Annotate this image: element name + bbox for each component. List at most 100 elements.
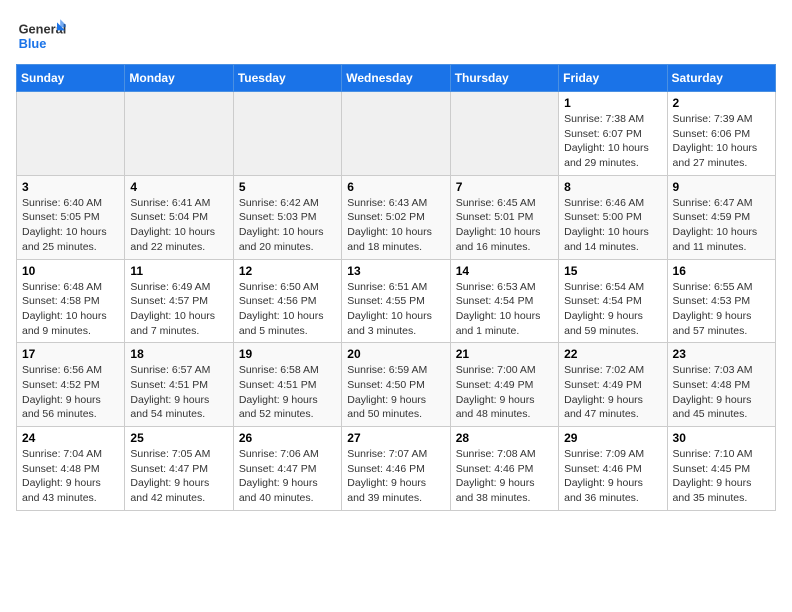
- calendar-cell: 14Sunrise: 6:53 AMSunset: 4:54 PMDayligh…: [450, 259, 558, 343]
- weekday-header-tuesday: Tuesday: [233, 65, 341, 92]
- day-number: 30: [673, 431, 770, 445]
- week-row-2: 3Sunrise: 6:40 AMSunset: 5:05 PMDaylight…: [17, 175, 776, 259]
- day-info: Sunrise: 7:10 AMSunset: 4:45 PMDaylight:…: [673, 447, 770, 506]
- calendar-cell: 17 Sunrise: 6:56 AMSunset: 4:52 PMDayligh…: [17, 343, 125, 427]
- day-number: 21: [456, 347, 553, 361]
- calendar-cell: 13 Sunrise: 6:51 AMSunset: 4:55 PMDayligh…: [342, 259, 450, 343]
- calendar-cell: 29Sunrise: 7:09 AMSunset: 4:46 PMDayligh…: [559, 427, 667, 511]
- day-info: Sunrise: 7:03 AMSunset: 4:48 PMDaylight:…: [673, 363, 770, 422]
- calendar-cell: [342, 92, 450, 176]
- day-number: 23: [673, 347, 770, 361]
- weekday-header-wednesday: Wednesday: [342, 65, 450, 92]
- logo: General Blue: [16, 16, 66, 56]
- calendar-cell: [17, 92, 125, 176]
- calendar-cell: 23 Sunrise: 7:03 AMSunset: 4:48 PMDayligh…: [667, 343, 775, 427]
- week-row-1: 1 Sunrise: 7:38 AMSunset: 6:07 PMDaylight…: [17, 92, 776, 176]
- calendar-cell: 26 Sunrise: 7:06 AMSunset: 4:47 PMDayligh…: [233, 427, 341, 511]
- calendar-cell: 8 Sunrise: 6:46 AMSunset: 5:00 PMDaylight…: [559, 175, 667, 259]
- day-number: 6: [347, 180, 444, 194]
- day-number: 2: [673, 96, 770, 110]
- day-info: Sunrise: 6:40 AMSunset: 5:05 PMDaylight:…: [22, 196, 119, 255]
- calendar-cell: 2 Sunrise: 7:39 AMSunset: 6:06 PMDaylight…: [667, 92, 775, 176]
- calendar-cell: 30 Sunrise: 7:10 AMSunset: 4:45 PMDayligh…: [667, 427, 775, 511]
- weekday-header-friday: Friday: [559, 65, 667, 92]
- day-info: Sunrise: 6:51 AMSunset: 4:55 PMDaylight:…: [347, 280, 444, 339]
- calendar-cell: 22 Sunrise: 7:02 AMSunset: 4:49 PMDayligh…: [559, 343, 667, 427]
- calendar-cell: 3Sunrise: 6:40 AMSunset: 5:05 PMDaylight…: [17, 175, 125, 259]
- calendar-cell: 15Sunrise: 6:54 AMSunset: 4:54 PMDayligh…: [559, 259, 667, 343]
- day-number: 25: [130, 431, 227, 445]
- calendar-cell: 5Sunrise: 6:42 AMSunset: 5:03 PMDaylight…: [233, 175, 341, 259]
- day-number: 18: [130, 347, 227, 361]
- day-number: 24: [22, 431, 119, 445]
- day-number: 22: [564, 347, 661, 361]
- day-number: 14: [456, 264, 553, 278]
- day-number: 9: [673, 180, 770, 194]
- week-row-5: 24 Sunrise: 7:04 AMSunset: 4:48 PMDayligh…: [17, 427, 776, 511]
- week-row-3: 10 Sunrise: 6:48 AMSunset: 4:58 PMDayligh…: [17, 259, 776, 343]
- calendar-cell: 21 Sunrise: 7:00 AMSunset: 4:49 PMDayligh…: [450, 343, 558, 427]
- day-info: Sunrise: 6:49 AMSunset: 4:57 PMDaylight:…: [130, 280, 227, 339]
- day-info: Sunrise: 6:50 AMSunset: 4:56 PMDaylight:…: [239, 280, 336, 339]
- day-number: 15: [564, 264, 661, 278]
- calendar-cell: 24 Sunrise: 7:04 AMSunset: 4:48 PMDayligh…: [17, 427, 125, 511]
- weekday-header-sunday: Sunday: [17, 65, 125, 92]
- day-info: Sunrise: 6:55 AMSunset: 4:53 PMDaylight:…: [673, 280, 770, 339]
- day-info: Sunrise: 7:08 AMSunset: 4:46 PMDaylight:…: [456, 447, 553, 506]
- calendar-cell: 11Sunrise: 6:49 AMSunset: 4:57 PMDayligh…: [125, 259, 233, 343]
- day-info: Sunrise: 6:58 AMSunset: 4:51 PMDaylight:…: [239, 363, 336, 422]
- weekday-header-saturday: Saturday: [667, 65, 775, 92]
- day-info: Sunrise: 6:59 AMSunset: 4:50 PMDaylight:…: [347, 363, 444, 422]
- day-number: 1: [564, 96, 661, 110]
- day-info: Sunrise: 6:56 AMSunset: 4:52 PMDaylight:…: [22, 363, 119, 422]
- calendar-cell: 9 Sunrise: 6:47 AMSunset: 4:59 PMDaylight…: [667, 175, 775, 259]
- day-info: Sunrise: 7:05 AMSunset: 4:47 PMDaylight:…: [130, 447, 227, 506]
- calendar-cell: 4Sunrise: 6:41 AMSunset: 5:04 PMDaylight…: [125, 175, 233, 259]
- day-number: 10: [22, 264, 119, 278]
- calendar-cell: 18 Sunrise: 6:57 AMSunset: 4:51 PMDayligh…: [125, 343, 233, 427]
- weekday-header-monday: Monday: [125, 65, 233, 92]
- day-number: 4: [130, 180, 227, 194]
- day-info: Sunrise: 6:43 AMSunset: 5:02 PMDaylight:…: [347, 196, 444, 255]
- day-info: Sunrise: 7:39 AMSunset: 6:06 PMDaylight:…: [673, 112, 770, 171]
- day-number: 27: [347, 431, 444, 445]
- weekday-header-row: SundayMondayTuesdayWednesdayThursdayFrid…: [17, 65, 776, 92]
- day-info: Sunrise: 6:45 AMSunset: 5:01 PMDaylight:…: [456, 196, 553, 255]
- day-info: Sunrise: 7:00 AMSunset: 4:49 PMDaylight:…: [456, 363, 553, 422]
- calendar-cell: [450, 92, 558, 176]
- calendar-table: SundayMondayTuesdayWednesdayThursdayFrid…: [16, 64, 776, 511]
- day-info: Sunrise: 7:09 AMSunset: 4:46 PMDaylight:…: [564, 447, 661, 506]
- svg-text:Blue: Blue: [19, 36, 47, 51]
- day-number: 12: [239, 264, 336, 278]
- calendar-cell: 1 Sunrise: 7:38 AMSunset: 6:07 PMDaylight…: [559, 92, 667, 176]
- day-number: 16: [673, 264, 770, 278]
- day-number: 26: [239, 431, 336, 445]
- calendar-cell: [233, 92, 341, 176]
- day-number: 13: [347, 264, 444, 278]
- logo-icon: General Blue: [16, 16, 66, 56]
- day-number: 28: [456, 431, 553, 445]
- weekday-header-thursday: Thursday: [450, 65, 558, 92]
- calendar-cell: 20 Sunrise: 6:59 AMSunset: 4:50 PMDayligh…: [342, 343, 450, 427]
- page-header: General Blue: [16, 16, 776, 56]
- day-info: Sunrise: 6:48 AMSunset: 4:58 PMDaylight:…: [22, 280, 119, 339]
- calendar-cell: 28 Sunrise: 7:08 AMSunset: 4:46 PMDayligh…: [450, 427, 558, 511]
- day-number: 7: [456, 180, 553, 194]
- day-number: 17: [22, 347, 119, 361]
- calendar-cell: 12 Sunrise: 6:50 AMSunset: 4:56 PMDayligh…: [233, 259, 341, 343]
- day-info: Sunrise: 6:47 AMSunset: 4:59 PMDaylight:…: [673, 196, 770, 255]
- calendar-cell: 10 Sunrise: 6:48 AMSunset: 4:58 PMDayligh…: [17, 259, 125, 343]
- day-info: Sunrise: 6:46 AMSunset: 5:00 PMDaylight:…: [564, 196, 661, 255]
- day-number: 20: [347, 347, 444, 361]
- day-info: Sunrise: 7:06 AMSunset: 4:47 PMDaylight:…: [239, 447, 336, 506]
- day-info: Sunrise: 6:57 AMSunset: 4:51 PMDaylight:…: [130, 363, 227, 422]
- day-info: Sunrise: 7:02 AMSunset: 4:49 PMDaylight:…: [564, 363, 661, 422]
- day-info: Sunrise: 7:07 AMSunset: 4:46 PMDaylight:…: [347, 447, 444, 506]
- calendar-cell: 27 Sunrise: 7:07 AMSunset: 4:46 PMDayligh…: [342, 427, 450, 511]
- calendar-cell: 7 Sunrise: 6:45 AMSunset: 5:01 PMDaylight…: [450, 175, 558, 259]
- day-info: Sunrise: 7:04 AMSunset: 4:48 PMDaylight:…: [22, 447, 119, 506]
- day-info: Sunrise: 7:38 AMSunset: 6:07 PMDaylight:…: [564, 112, 661, 171]
- calendar-cell: [125, 92, 233, 176]
- day-number: 8: [564, 180, 661, 194]
- calendar-cell: 25 Sunrise: 7:05 AMSunset: 4:47 PMDayligh…: [125, 427, 233, 511]
